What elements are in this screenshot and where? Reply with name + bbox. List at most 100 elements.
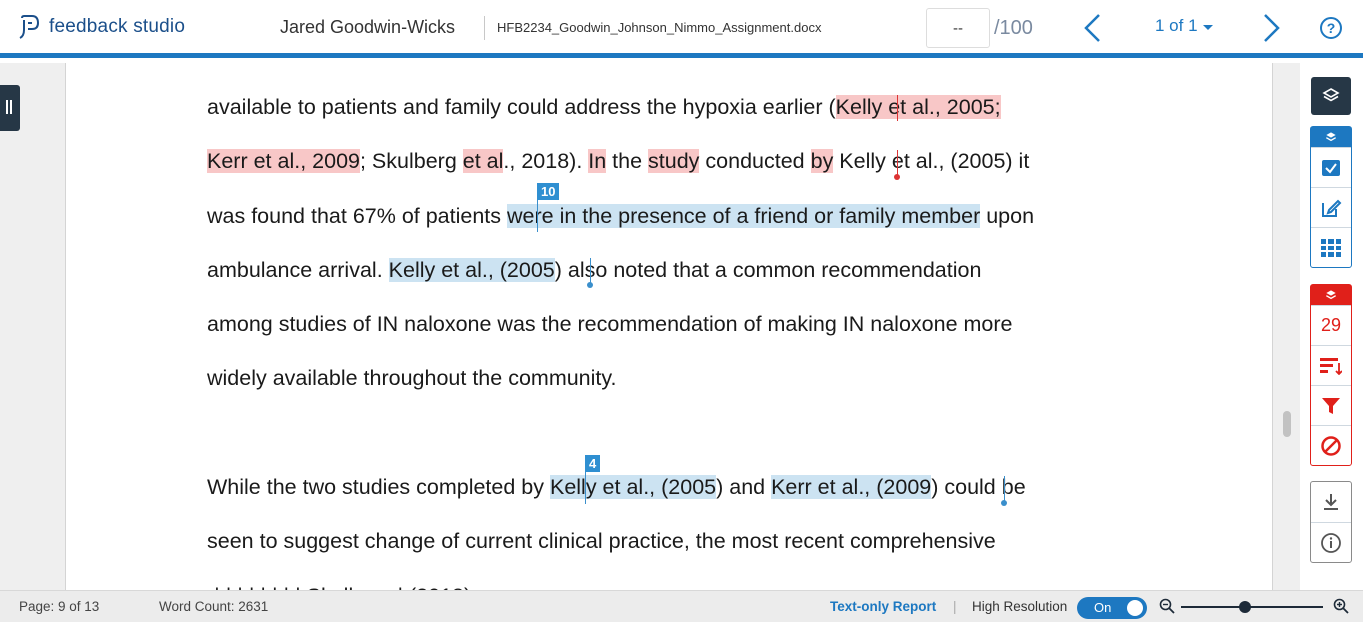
header-divider [484,16,485,40]
similarity-match-highlight[interactable]: study [648,149,700,174]
next-paper-icon[interactable] [1260,12,1284,44]
comment-start-marker [537,200,538,232]
chevron-down-icon [1202,24,1213,30]
comment-start-marker [585,472,586,504]
layers-button[interactable] [1311,77,1351,115]
text-run: ) could be [931,475,1026,499]
text-run: While the two studies completed by [207,475,550,499]
side-drawer-toggle[interactable] [0,85,20,131]
similarity-layer-header[interactable] [1311,285,1351,305]
feedback-studio-logo[interactable]: feedback studio [18,14,185,40]
grid-icon [1321,238,1341,257]
text-only-report-link[interactable]: Text-only Report [830,599,936,614]
paragraph-1: available to patients and family could a… [207,80,1034,406]
text-run: ) also noted that a common recommendatio… [554,257,982,282]
high-resolution-label: High Resolution [972,599,1068,614]
text-line: Kerr et al., 2009; Skulberg et al., 2018… [207,134,1034,188]
document-viewer: available to patients and family could a… [0,63,1300,590]
toggle-state-label: On [1094,600,1112,615]
similarity-match-highlight[interactable]: Kerr et al., 2009 [207,149,360,174]
sort-list-icon [1320,357,1342,375]
text-run: was found that 67% of patients [207,203,508,228]
rubric-button[interactable] [1311,227,1351,267]
comment-highlight[interactable]: were in the presence of a friend or fami… [507,203,981,228]
match-overview-button[interactable] [1311,345,1351,385]
similarity-match-highlight[interactable]: In [588,149,607,174]
drawer-handle-icon [6,100,8,114]
text-run: Kelly et al., (2005) it [833,149,1030,174]
download-button[interactable] [1311,482,1351,522]
text-run: the [606,149,649,174]
layers-icon [1326,132,1336,142]
page-indicator: Page: 9 of 13 [19,599,100,614]
text-run: conducted [699,149,811,174]
similarity-layer-group: 29 [1310,284,1352,466]
text-line: ambulance arrival. Kelly et al., (2005) … [207,243,1034,297]
comment-highlight[interactable]: Kelly et al., (2005 [549,475,717,499]
comment-end-dot [1001,500,1007,506]
excluded-sources-button[interactable] [1311,425,1351,465]
text-line: available to patients and family could a… [207,80,1034,134]
similarity-match-highlight[interactable]: by [810,149,834,174]
comment-highlight[interactable]: Kerr et al., (2009 [771,475,932,499]
similarity-match-highlight[interactable]: et al [462,149,504,174]
submission-info-button[interactable] [1311,522,1351,562]
similarity-percentage: 29 [1320,315,1342,335]
top-bar: feedback studio Jared Goodwin-Wicks HFB2… [0,0,1363,58]
layers-icon [1322,88,1340,102]
layers-icon [1326,290,1336,300]
student-name: Jared Goodwin-Wicks [280,17,456,37]
scrollbar-thumb[interactable] [1283,411,1291,437]
feedback-summary-button[interactable] [1311,187,1351,227]
status-bar: Page: 9 of 13 Word Count: 2631 Text-only… [0,590,1363,622]
similarity-match-highlight[interactable]: Kelly et al., 2005; [835,95,1001,119]
text-run: ambulance arrival. [207,257,389,282]
grading-layer-group [1310,126,1352,268]
download-icon [1324,494,1338,510]
info-icon [1321,532,1341,553]
text-line: widely available throughout the communit… [207,366,617,391]
comment-end-marker [1004,476,1005,502]
filter-icon [1322,397,1340,414]
comment-highlight[interactable]: Kelly et al., (2005 [388,257,555,282]
text-line: among studies of IN naloxone was the rec… [207,312,1013,337]
high-resolution-toggle[interactable]: On [1077,597,1147,619]
help-icon[interactable]: ? [1320,17,1342,39]
text-run: available to patients and family could a… [207,95,836,119]
file-name: HFB2234_Goodwin_Johnson_Nimmo_Assignment… [497,20,822,35]
comment-end-marker [590,258,591,284]
text-line: seen to suggest change of current clinic… [207,529,996,554]
text-run: upon [980,203,1035,228]
grading-layer-header[interactable] [1311,127,1351,147]
comment-end-dot [587,282,593,288]
paragraph-2: While the two studies completed by Kelly… [207,460,1026,590]
text-line: was found that 67% of patients were in t… [207,189,1034,243]
text-run: ) and [716,475,772,499]
filter-button[interactable] [1311,385,1351,425]
text-line-cut-off: -| | | | | | | | Skulberg | (2018) [207,569,1026,590]
match-start-marker [897,95,898,121]
zoom-slider-track[interactable] [1181,606,1323,608]
word-count: Word Count: 2631 [159,599,269,614]
similarity-score-button[interactable]: 29 [1311,305,1351,345]
block-icon [1321,435,1341,456]
match-end-marker [897,150,898,176]
grade-total: /100 [994,17,1033,39]
quickmark-badge-10[interactable]: 10 [537,183,560,200]
quickmark-badge-4[interactable]: 4 [585,455,601,472]
grade-input[interactable]: -- [926,8,990,48]
match-end-dot [894,174,900,180]
utility-group [1310,481,1352,563]
paper-selector[interactable]: 1 of 1 [1155,16,1213,36]
previous-paper-icon[interactable] [1080,12,1104,44]
text-line: While the two studies completed by Kelly… [207,460,1026,514]
feedback-studio-logo-icon [19,15,40,39]
edit-icon [1322,199,1342,217]
text-run: ., 2018). [503,149,589,174]
zoom-in-icon[interactable] [1333,598,1349,614]
logo-text: feedback studio [49,16,186,37]
zoom-out-icon[interactable] [1159,598,1175,614]
footer-divider: | [953,599,957,614]
quickmarks-button[interactable] [1311,147,1351,187]
zoom-slider-handle[interactable] [1238,601,1251,613]
